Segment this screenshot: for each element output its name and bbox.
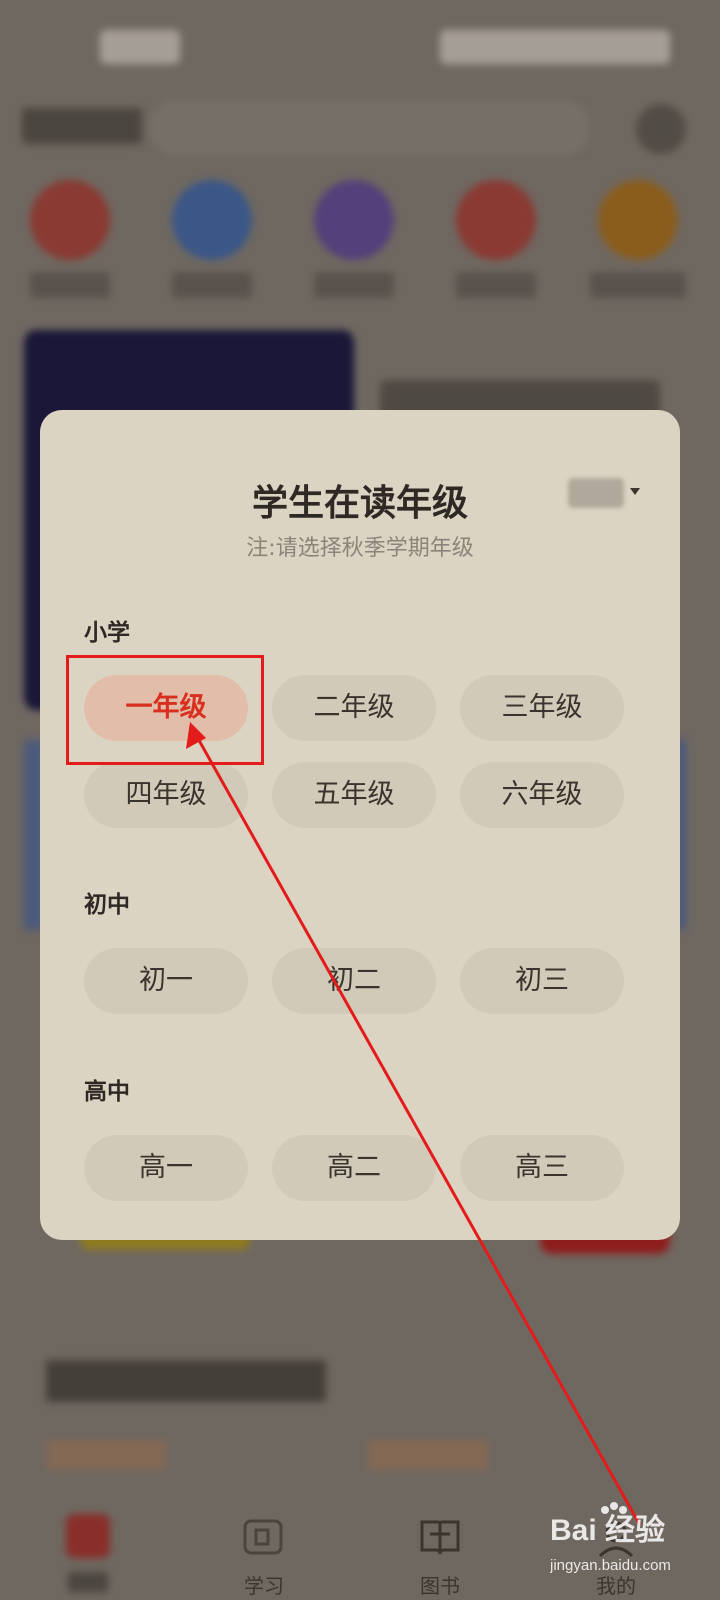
study-icon: [243, 1519, 283, 1555]
grade-button-junior2[interactable]: 初二: [272, 948, 436, 1014]
section-label-junior-high: 初中: [84, 892, 130, 918]
region-label: [568, 478, 624, 508]
shortcut-label: [30, 272, 110, 298]
grade-button-grade3[interactable]: 三年级: [460, 675, 624, 741]
section-label-senior-high: 高中: [84, 1079, 130, 1105]
shortcut-icon: [30, 180, 110, 260]
region-selector[interactable]: [568, 478, 642, 508]
search-bar: [150, 100, 590, 156]
grade-button-senior2[interactable]: 高二: [272, 1135, 436, 1201]
grade-button-grade6[interactable]: 六年级: [460, 762, 624, 828]
tag: [46, 1440, 166, 1470]
grade-selection-dialog: 学生在读年级 注:请选择秋季学期年级 小学 一年级 二年级 三年级 四年级 五年…: [40, 410, 680, 1240]
nav-item-books[interactable]: 图书: [390, 1490, 490, 1600]
grade-button-grade4[interactable]: 四年级: [84, 762, 248, 828]
shortcut-icon: [172, 180, 252, 260]
section-heading: [46, 1360, 326, 1402]
shortcut-label: [590, 272, 686, 298]
paw-icon: [601, 1502, 627, 1514]
section-label-primary: 小学: [84, 620, 130, 646]
nav-label-books: 图书: [420, 1574, 460, 1598]
grade-button-grade2[interactable]: 二年级: [272, 675, 436, 741]
nav-item-home[interactable]: [38, 1490, 138, 1600]
watermark-url-text: jingyan.baidu.com: [550, 1557, 671, 1574]
grade-button-grade5[interactable]: 五年级: [272, 762, 436, 828]
shortcut-icon: [456, 180, 536, 260]
annotation-highlight-box: [66, 655, 264, 765]
dialog-subtitle: 注:请选择秋季学期年级: [246, 536, 474, 561]
home-icon: [66, 1514, 110, 1558]
status-bar-time: [100, 30, 180, 64]
book-icon: [420, 1520, 460, 1555]
headset-icon: [636, 104, 686, 154]
grade-button-senior1[interactable]: 高一: [84, 1135, 248, 1201]
location-selector: [22, 108, 142, 144]
baidu-jingyan-watermark: Bai 经验 jingyan.baidu.com: [550, 1502, 671, 1574]
chevron-down-icon: [630, 488, 640, 495]
shortcut-icon: [314, 180, 394, 260]
tag: [368, 1440, 488, 1470]
watermark-brand-text: Bai 经验: [550, 1513, 665, 1547]
shortcut-label: [314, 272, 394, 298]
nav-item-study[interactable]: 学习: [214, 1490, 314, 1600]
grade-button-junior3[interactable]: 初三: [460, 948, 624, 1014]
nav-label-study: 学习: [244, 1574, 284, 1598]
shortcut-icon: [598, 180, 678, 260]
grade-button-junior1[interactable]: 初一: [84, 948, 248, 1014]
nav-label-home: [68, 1572, 108, 1592]
shortcut-label: [172, 272, 252, 298]
status-bar-icons: [440, 30, 670, 64]
shortcut-label: [456, 272, 536, 298]
grade-button-senior3[interactable]: 高三: [460, 1135, 624, 1201]
